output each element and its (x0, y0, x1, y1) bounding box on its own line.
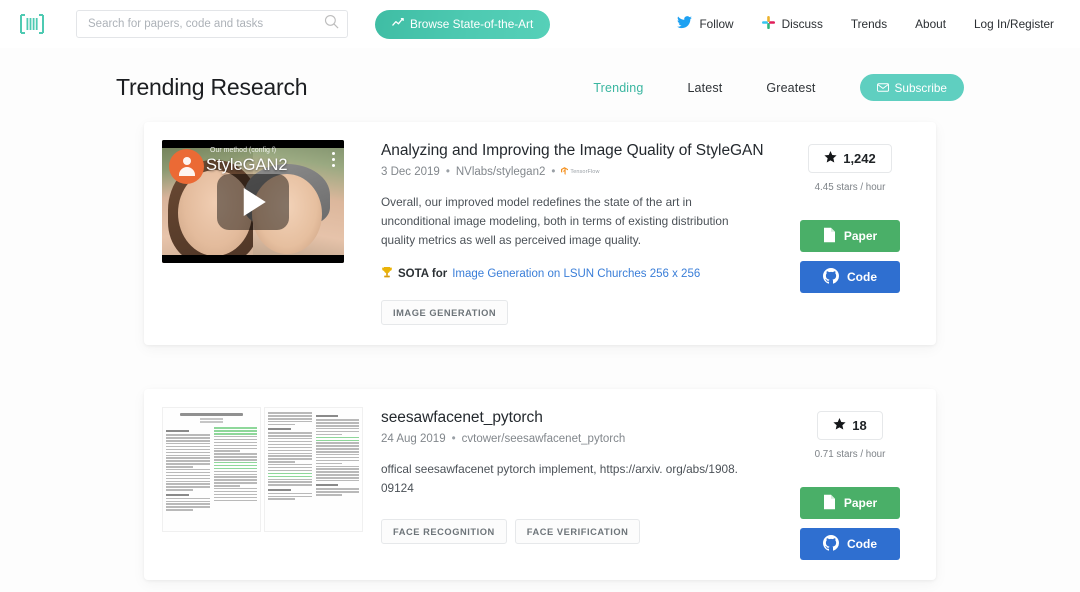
browse-sota-button[interactable]: Browse State-of-the-Art (375, 9, 551, 39)
nav-link-discuss[interactable]: Discuss (761, 16, 823, 32)
kebab-menu-icon[interactable] (332, 152, 335, 170)
tensorflow-icon (561, 166, 569, 178)
video-overlay-caption: Our method (config f) (210, 147, 277, 154)
paper-title[interactable]: Analyzing and Improving the Image Qualit… (381, 142, 766, 160)
paper-title[interactable]: seesawfacenet_pytorch (381, 409, 766, 427)
page-title: Trending Research (116, 74, 308, 100)
github-icon (823, 534, 839, 554)
stars-rate: 0.71 stars / hour (814, 449, 886, 461)
stars-rate: 4.45 stars / hour (814, 182, 886, 193)
code-button-label: Code (847, 537, 877, 552)
research-card: Our method (config f) StyleGAN2 Analyzin… (144, 122, 936, 346)
paper-meta: 3 Dec 2019 • NVlabs/stylegan2 • TensorFl (381, 166, 766, 178)
task-tag[interactable]: IMAGE GENERATION (381, 300, 509, 326)
tab-trending[interactable]: Trending (571, 81, 665, 95)
tab-greatest[interactable]: Greatest (744, 81, 837, 95)
document-icon (823, 227, 836, 246)
card-actions-column: 18 0.71 stars / hour Paper Code (784, 407, 916, 561)
papers-with-code-logo[interactable] (18, 12, 46, 36)
chart-icon (392, 17, 404, 31)
card-thumbnail-column: Our method (config f) StyleGAN2 (162, 140, 363, 325)
top-navigation-bar: Browse State-of-the-Art Follow Discuss (0, 0, 1080, 48)
paper-date: 3 Dec 2019 (381, 166, 440, 178)
meta-separator: • (445, 166, 450, 178)
star-icon (833, 418, 846, 433)
nav-link-label: About (915, 17, 946, 31)
card-actions-column: 1,242 4.45 stars / hour Paper Code (784, 140, 916, 325)
paper-repo[interactable]: cvtower/seesawfacenet_pytorch (462, 433, 626, 445)
nav-links: Follow Discuss Trends About Log In/Regis… (677, 16, 1058, 32)
page-header-row: Trending Research Trending Latest Greate… (114, 74, 966, 101)
task-tag[interactable]: FACE VERIFICATION (514, 518, 641, 544)
paper-meta: 24 Aug 2019 • cvtower/seesawfacenet_pyto… (381, 433, 766, 445)
play-icon[interactable] (243, 187, 266, 216)
paper-page-preview (162, 407, 261, 533)
twitter-icon (677, 16, 693, 32)
paper-button-label: Paper (843, 496, 878, 511)
code-button[interactable]: Code (800, 528, 900, 561)
letterbox-bottom (162, 255, 344, 263)
sota-link[interactable]: Image Generation on LSUN Churches 256 x … (452, 268, 700, 280)
nav-link-trends[interactable]: Trends (851, 17, 887, 31)
task-tag[interactable]: FACE RECOGNITION (381, 518, 507, 544)
document-icon (823, 494, 836, 513)
star-count-badge[interactable]: 1,242 (808, 144, 892, 173)
paper-button[interactable]: Paper (800, 487, 900, 520)
video-thumbnail[interactable]: Our method (config f) StyleGAN2 (162, 140, 344, 263)
paper-button-label: Paper (843, 229, 878, 243)
paper-page-preview (264, 407, 363, 533)
card-main-column: seesawfacenet_pytorch 24 Aug 2019 • cvto… (381, 407, 766, 560)
task-tags: FACE RECOGNITION FACE VERIFICATION (381, 518, 766, 544)
code-button[interactable]: Code (800, 261, 900, 293)
paper-button[interactable]: Paper (800, 220, 900, 252)
star-icon (824, 151, 837, 166)
user-avatar-icon (169, 149, 204, 184)
paper-preview-thumbnail[interactable] (162, 407, 363, 533)
trophy-icon (381, 266, 393, 282)
nav-link-label: Log In/Register (973, 17, 1054, 31)
browse-sota-label: Browse State-of-the-Art (410, 17, 534, 31)
envelope-icon (876, 81, 889, 95)
filter-tabs: Trending Latest Greatest Subscribe (571, 74, 964, 101)
star-count: 1,242 (843, 151, 876, 166)
nav-link-follow[interactable]: Follow (677, 16, 734, 32)
nav-link-label: Follow (699, 17, 734, 31)
paper-date: 24 Aug 2019 (381, 433, 446, 446)
task-tags: IMAGE GENERATION (381, 300, 766, 326)
sota-label: SOTA for (398, 268, 448, 281)
paper-abstract: Overall, our improved model redefines th… (381, 195, 729, 248)
paper-abstract: offical seesawfacenet pytorch implement,… (381, 462, 738, 496)
video-overlay-title: StyleGAN2 (206, 156, 288, 174)
code-button-label: Code (847, 270, 877, 284)
research-card: seesawfacenet_pytorch 24 Aug 2019 • cvto… (144, 389, 936, 581)
meta-separator: • (451, 433, 456, 446)
github-icon (823, 267, 839, 287)
nav-link-login-register[interactable]: Log In/Register (974, 17, 1054, 31)
sota-row: SOTA for Image Generation on LSUN Church… (381, 266, 766, 282)
framework-label: TensorFlow (570, 169, 600, 175)
card-main-column: Analyzing and Improving the Image Qualit… (381, 140, 766, 326)
subscribe-label: Subscribe (894, 80, 947, 95)
star-count-badge[interactable]: 18 (817, 411, 883, 441)
search-input[interactable] (76, 10, 348, 38)
slack-icon (761, 16, 775, 32)
meta-separator: • (551, 166, 556, 178)
nav-link-label: Discuss (781, 17, 823, 31)
page-content: Trending Research Trending Latest Greate… (0, 48, 1080, 581)
search-container (76, 10, 348, 38)
star-count: 18 (852, 418, 867, 434)
framework-badge: TensorFlow (561, 166, 599, 178)
research-card-list: Our method (config f) StyleGAN2 Analyzin… (0, 122, 1080, 581)
card-thumbnail-column (162, 407, 363, 560)
paper-repo[interactable]: NVlabs/stylegan2 (456, 166, 546, 178)
nav-link-about[interactable]: About (915, 17, 946, 31)
tab-latest[interactable]: Latest (665, 81, 744, 95)
nav-link-label: Trends (850, 17, 888, 31)
subscribe-button[interactable]: Subscribe (859, 74, 964, 101)
